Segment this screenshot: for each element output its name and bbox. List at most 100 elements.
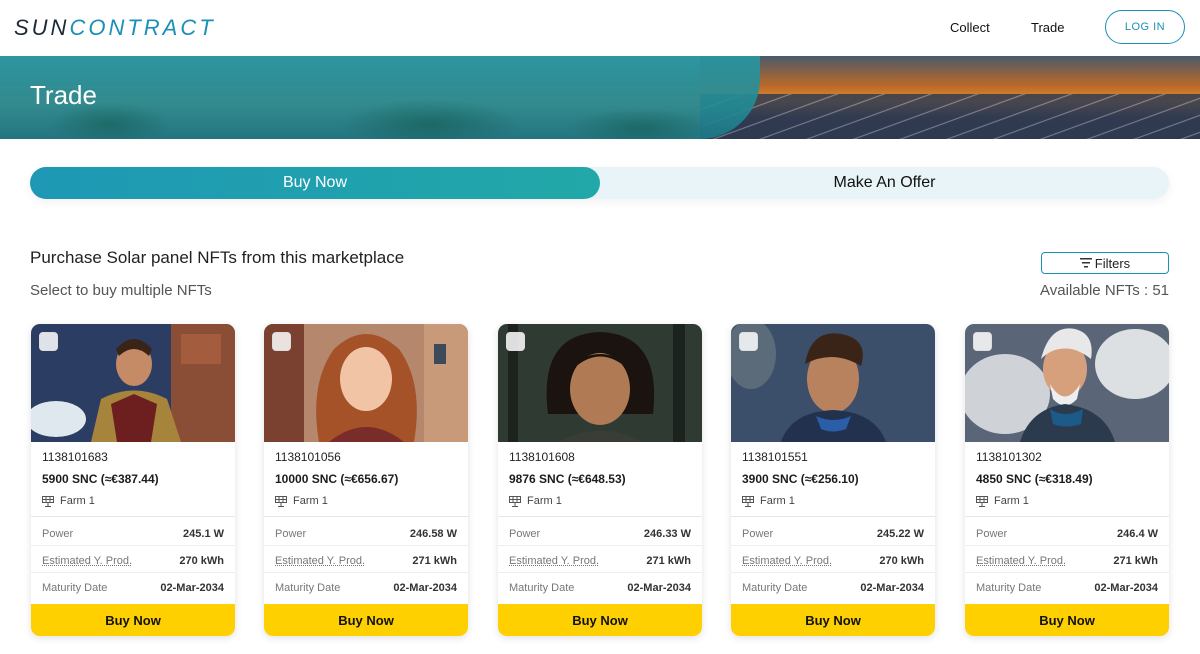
card-divider <box>31 516 235 517</box>
power-label: Power <box>509 528 541 540</box>
nft-card[interactable]: 1138101056 10000 SNC (≈€656.67) Farm 1 P… <box>264 324 468 636</box>
nft-price: 9876 SNC (≈€648.53) <box>509 472 626 486</box>
nft-image-dark-haired-boy <box>498 324 702 442</box>
select-checkbox[interactable] <box>739 332 758 351</box>
nav-trade-link[interactable]: Trade <box>1031 20 1064 35</box>
power-label: Power <box>742 528 774 540</box>
nft-farm-name: Farm 1 <box>60 495 95 507</box>
power-row: Power 245.22 W <box>742 528 924 540</box>
nft-farm: Farm 1 <box>509 495 562 507</box>
tab-buy-now[interactable]: Buy Now <box>30 167 600 199</box>
nft-farm: Farm 1 <box>42 495 95 507</box>
top-navbar: SUNCONTRACT Collect Trade LOG IN <box>0 0 1200 56</box>
select-checkbox[interactable] <box>39 332 58 351</box>
maturity-label: Maturity Date <box>42 582 108 594</box>
row-separator <box>965 572 1169 573</box>
production-label[interactable]: Estimated Y. Prod. <box>42 555 132 567</box>
maturity-label: Maturity Date <box>742 582 808 594</box>
nft-farm: Farm 1 <box>742 495 795 507</box>
production-label[interactable]: Estimated Y. Prod. <box>275 555 365 567</box>
row-separator <box>731 572 935 573</box>
power-value: 245.1 W <box>183 528 224 540</box>
production-value: 270 kWh <box>879 555 924 567</box>
row-separator <box>31 545 235 546</box>
sun-contract-logo[interactable]: SUNCONTRACT <box>14 15 216 41</box>
maturity-row: Maturity Date 02-Mar-2034 <box>742 582 924 594</box>
nav-collect-link[interactable]: Collect <box>950 20 990 35</box>
card-divider <box>731 516 935 517</box>
nft-card[interactable]: 1138101302 4850 SNC (≈€318.49) Farm 1 Po… <box>965 324 1169 636</box>
maturity-value: 02-Mar-2034 <box>860 582 924 594</box>
maturity-value: 02-Mar-2034 <box>627 582 691 594</box>
nft-price: 5900 SNC (≈€387.44) <box>42 472 159 486</box>
row-separator <box>31 572 235 573</box>
row-separator <box>264 572 468 573</box>
select-checkbox[interactable] <box>973 332 992 351</box>
row-separator <box>498 572 702 573</box>
production-row: Estimated Y. Prod. 270 kWh <box>742 555 924 567</box>
power-value: 245.22 W <box>876 528 924 540</box>
solar-panel-icon <box>509 495 521 507</box>
nft-price: 4850 SNC (≈€318.49) <box>976 472 1093 486</box>
nft-token-id: 1138101056 <box>275 450 341 464</box>
section-title: Purchase Solar panel NFTs from this mark… <box>30 248 405 267</box>
power-value: 246.4 W <box>1117 528 1158 540</box>
filters-label: Filters <box>1094 255 1131 271</box>
power-row: Power 246.33 W <box>509 528 691 540</box>
filters-button[interactable]: Filters <box>1041 252 1169 274</box>
card-divider <box>965 516 1169 517</box>
power-row: Power 245.1 W <box>42 528 224 540</box>
power-value: 246.58 W <box>409 528 457 540</box>
page-title: Trade <box>30 80 97 110</box>
power-label: Power <box>275 528 307 540</box>
nft-card[interactable]: 1138101551 3900 SNC (≈€256.10) Farm 1 Po… <box>731 324 935 636</box>
buy-now-button[interactable]: Buy Now <box>31 604 235 636</box>
hero-banner: Trade <box>0 56 1200 139</box>
maturity-label: Maturity Date <box>509 582 575 594</box>
nft-card[interactable]: 1138101683 5900 SNC (≈€387.44) Farm 1 Po… <box>31 324 235 636</box>
logo-text-contract: CONTRACT <box>69 15 216 40</box>
card-divider <box>264 516 468 517</box>
buy-now-button[interactable]: Buy Now <box>264 604 468 636</box>
production-label[interactable]: Estimated Y. Prod. <box>976 555 1066 567</box>
trade-mode-tabs: Buy Now Make An Offer <box>30 167 1169 199</box>
nft-price: 3900 SNC (≈€256.10) <box>742 472 859 486</box>
solar-panel-icon <box>742 495 754 507</box>
buy-now-button[interactable]: Buy Now <box>498 604 702 636</box>
production-value: 271 kWh <box>412 555 457 567</box>
buy-now-button[interactable]: Buy Now <box>965 604 1169 636</box>
logo-text-sun: SUN <box>14 15 70 40</box>
production-label[interactable]: Estimated Y. Prod. <box>742 555 832 567</box>
maturity-row: Maturity Date 02-Mar-2034 <box>42 582 224 594</box>
nft-image-blue-eyed-man <box>731 324 935 442</box>
row-separator <box>965 545 1169 546</box>
nft-token-id: 1138101683 <box>42 450 108 464</box>
nft-farm-name: Farm 1 <box>527 495 562 507</box>
tab-make-an-offer[interactable]: Make An Offer <box>600 167 1169 199</box>
hero-trees-image <box>0 94 760 139</box>
power-value: 246.33 W <box>643 528 691 540</box>
buy-now-button[interactable]: Buy Now <box>731 604 935 636</box>
power-row: Power 246.58 W <box>275 528 457 540</box>
solar-panel-icon <box>275 495 287 507</box>
select-checkbox[interactable] <box>506 332 525 351</box>
production-label[interactable]: Estimated Y. Prod. <box>509 555 599 567</box>
maturity-row: Maturity Date 02-Mar-2034 <box>976 582 1158 594</box>
nft-price: 10000 SNC (≈€656.67) <box>275 472 399 486</box>
row-separator <box>498 545 702 546</box>
production-value: 271 kWh <box>646 555 691 567</box>
maturity-label: Maturity Date <box>976 582 1042 594</box>
production-row: Estimated Y. Prod. 271 kWh <box>275 555 457 567</box>
select-checkbox[interactable] <box>272 332 291 351</box>
nft-image-gladiator <box>31 324 235 442</box>
production-row: Estimated Y. Prod. 271 kWh <box>509 555 691 567</box>
power-row: Power 246.4 W <box>976 528 1158 540</box>
section-subtitle: Select to buy multiple NFTs <box>30 282 212 299</box>
maturity-value: 02-Mar-2034 <box>393 582 457 594</box>
nft-farm: Farm 1 <box>275 495 328 507</box>
row-separator <box>731 545 935 546</box>
available-nfts-count: Available NFTs : 51 <box>1040 282 1169 299</box>
login-button[interactable]: LOG IN <box>1105 10 1185 44</box>
hero-solar-panels-image <box>700 94 1200 139</box>
nft-card[interactable]: 1138101608 9876 SNC (≈€648.53) Farm 1 Po… <box>498 324 702 636</box>
